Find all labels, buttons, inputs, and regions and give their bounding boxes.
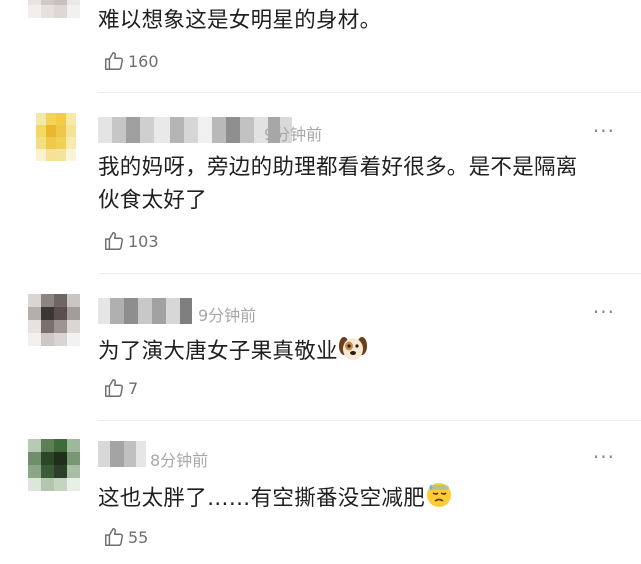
more-dots-icon[interactable]: ···	[593, 121, 615, 141]
thumbs-up-outline-icon	[105, 379, 123, 397]
more-dots-icon[interactable]: ···	[593, 302, 615, 322]
timestamp: 8分钟前	[150, 451, 209, 470]
username-blurred[interactable]	[98, 117, 292, 143]
comment-text-content: 这也太胖了……有空撕番没空减肥	[98, 486, 426, 511]
dog-face-emoji	[338, 334, 368, 372]
like-count: 160	[128, 51, 159, 71]
like-count: 7	[128, 378, 139, 398]
thumbs-up-outline-icon	[105, 528, 123, 546]
timestamp: 9分钟前	[198, 306, 257, 325]
comment-text: 这也太胖了……有空撕番没空减肥	[98, 481, 621, 519]
thumbs-up-outline-icon	[105, 232, 123, 250]
comment-text-line: 我的妈呀，旁边的助理都看着好很多。是不是隔离	[98, 155, 578, 180]
comment-text: 难以想象这是女明星的身材。	[98, 8, 382, 33]
comment-4: 8分钟前 ··· 这也太胖了……有空撕番没空减肥 55	[0, 421, 641, 564]
comment-text: 为了演大唐女子果真敬业	[98, 334, 621, 372]
like-button[interactable]: 7	[103, 377, 138, 399]
username-blurred[interactable]	[98, 298, 192, 324]
downcast-face-with-sweat-emoji	[425, 481, 453, 519]
comment-2: 9分钟前 ··· 我的妈呀，旁边的助理都看着好很多。是不是隔离 伙食太好了 10…	[0, 93, 641, 270]
avatar[interactable]	[28, 294, 80, 346]
like-button[interactable]: 103	[103, 230, 159, 252]
avatar[interactable]	[36, 113, 76, 161]
comment-text-line: 伙食太好了	[98, 188, 208, 213]
like-button[interactable]: 160	[103, 50, 159, 72]
like-count: 103	[128, 231, 159, 251]
thumbs-up-outline-icon	[105, 52, 123, 70]
more-dots-icon[interactable]: ···	[593, 447, 615, 467]
avatar[interactable]	[28, 0, 80, 18]
timestamp: 9分钟前	[264, 125, 323, 144]
like-button[interactable]: 55	[103, 526, 148, 548]
like-count: 55	[128, 527, 149, 547]
comment-3: 9分钟前 ··· 为了演大唐女子果真敬业 7	[0, 274, 641, 420]
comment-1: 难以想象这是女明星的身材。 160	[0, 0, 641, 90]
username-blurred[interactable]	[98, 441, 146, 467]
comment-text: 我的妈呀，旁边的助理都看着好很多。是不是隔离 伙食太好了	[98, 151, 621, 217]
comment-text-content: 为了演大唐女子果真敬业	[98, 339, 338, 364]
avatar[interactable]	[28, 439, 80, 491]
